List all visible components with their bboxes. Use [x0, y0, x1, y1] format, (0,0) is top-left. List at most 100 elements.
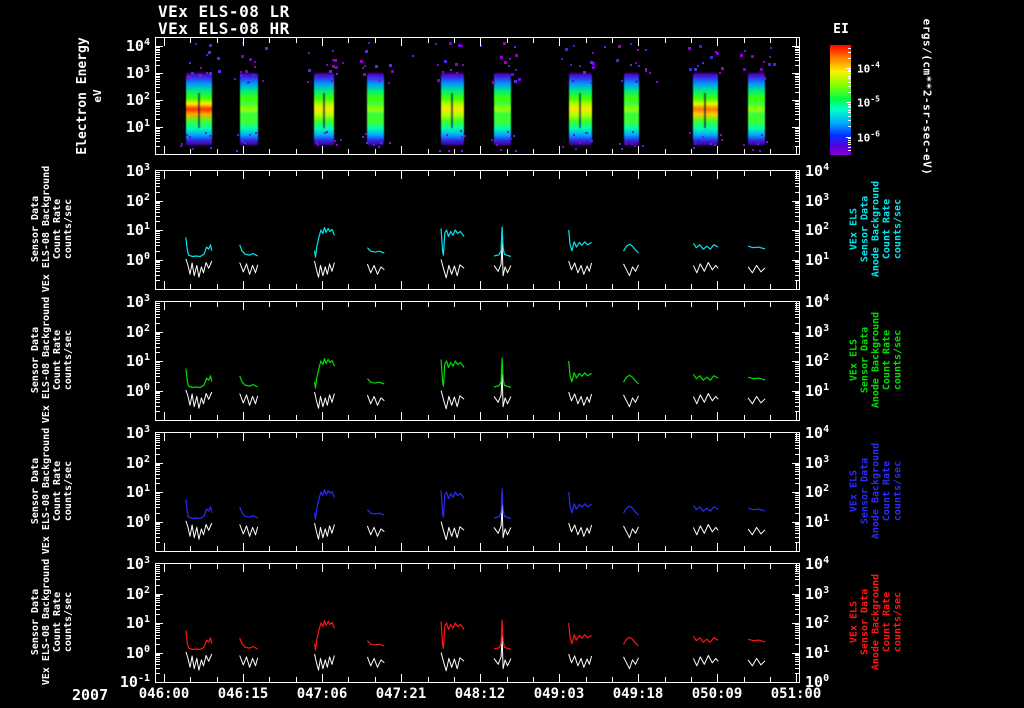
colorbar-minor-tick — [848, 82, 851, 83]
line-panel-right-ytick-label: 104 — [805, 424, 830, 442]
line-panel-right-ytick-label: 101 — [805, 643, 830, 662]
line-panel-left-ytick-label: 102 — [125, 584, 150, 603]
line-panel-left-ytick-label: 103 — [125, 162, 150, 180]
label-line: Anode Background — [870, 180, 882, 278]
colorbar-minor-tick — [848, 107, 851, 108]
line-panel-left-ytick-label: 103 — [125, 424, 150, 442]
label-line: Count Rate — [881, 591, 893, 653]
colorbar-minor-tick — [848, 76, 851, 77]
label-line: Sensor Data — [30, 326, 41, 394]
line-panel-left-ytick-label: 100 — [125, 250, 150, 269]
colorbar-title: EI — [833, 22, 849, 37]
label-line: counts/sec — [892, 198, 904, 260]
label-line: Sensor Data — [30, 588, 41, 656]
label-line: Count Rate — [881, 329, 893, 391]
colorbar-tick-label: 10-4 — [857, 60, 880, 76]
colorbar-minor-tick — [848, 71, 851, 72]
spectrogram-panel — [155, 37, 800, 155]
line-panel-left-ytick-label: 101 — [125, 221, 150, 239]
label-line: Count Rate — [52, 460, 63, 522]
spectrogram-ticks-layer — [156, 38, 799, 154]
line-panel-right-ytick-label: 102 — [805, 352, 830, 370]
anode-panel-cyan-traces-layer — [156, 171, 799, 289]
colorbar-minor-tick — [848, 73, 851, 74]
label-line: Anode Background — [870, 442, 882, 540]
x-axis-tick-label: 049:03 — [533, 686, 585, 702]
spectrogram-ytick-label: 103 — [125, 64, 150, 83]
x-axis-tick-label: 051:00 — [770, 686, 822, 702]
colorbar-minor-tick — [848, 150, 851, 151]
spectrogram-y-axis-label: Electron Energy eV — [75, 37, 105, 154]
label-line: Count Rate — [52, 198, 63, 260]
colorbar-minor-tick — [848, 126, 851, 127]
label-line: VEx ELS-08 Background — [41, 296, 52, 424]
line-panel-left-ytick-label: 102 — [125, 322, 150, 341]
line-panel-right-ytick-label: 101 — [805, 512, 830, 531]
label-line: VEx ELS-08 Background — [41, 558, 52, 686]
right-axis-label-panel-3: VEx ELS Sensor Data Anode Background Count … — [849, 443, 904, 539]
left-axis-label-panel-1: Sensor Data VEx ELS-08 Background Count Ra… — [30, 166, 74, 292]
spectrogram-ytick-label: 102 — [125, 91, 150, 110]
label-line: counts/sec — [63, 329, 74, 391]
label-line: VEx ELS-08 Background — [41, 427, 52, 555]
colorbar-minor-tick — [848, 70, 851, 71]
spectrogram-y-axis-units: eV — [91, 89, 104, 103]
left-axis-label-panel-3: Sensor Data VEx ELS-08 Background Count Ra… — [30, 428, 74, 554]
line-panel-left-ytick-label: 100 — [125, 512, 150, 531]
colorbar-minor-tick — [848, 147, 851, 148]
line-panel-right-ytick-label: 104 — [805, 555, 830, 573]
colorbar-minor-tick — [848, 78, 851, 79]
line-panel-right-ytick-label: 102 — [805, 483, 830, 501]
label-line: Sensor Data — [30, 457, 41, 525]
colorbar-minor-tick — [848, 86, 851, 87]
anode-panel-red-traces-layer — [156, 564, 799, 682]
spectrogram-ytick-label: 101 — [125, 118, 150, 137]
label-line: Count Rate — [52, 329, 63, 391]
line-panel-right-ytick-label: 104 — [805, 293, 830, 311]
line-panel-right-ytick-label: 103 — [805, 453, 830, 472]
anode-panel-red-panel — [155, 563, 800, 683]
line-panel-right-ytick-label: 101 — [805, 381, 830, 400]
right-axis-label-panel-2: VEx ELS Sensor Data Anode Background Count … — [849, 312, 904, 408]
right-axis-label-panel-1: VEx ELS Sensor Data Anode Background Count … — [849, 181, 904, 277]
colorbar-minor-tick — [848, 144, 851, 145]
label-line: Anode Background — [870, 573, 882, 671]
colorbar-minor-tick — [848, 110, 851, 111]
anode-panel-green-traces-layer — [156, 302, 799, 420]
line-panel-left-ytick-label: 102 — [125, 191, 150, 210]
left-axis-label-panel-2: Sensor Data VEx ELS-08 Background Count Ra… — [30, 297, 74, 423]
line-panel-right-ytick-label: 102 — [805, 614, 830, 632]
vex-els-plot-screenshot: VEx ELS-08 LR VEx ELS-08 HR Electron Ene… — [0, 0, 1024, 708]
line-panel-right-ytick-label: 103 — [805, 322, 830, 341]
colorbar-minor-tick — [848, 52, 851, 53]
colorbar-minor-tick — [848, 120, 851, 121]
line-panel-left-ytick-label: 101 — [125, 614, 150, 632]
colorbar-minor-tick — [848, 112, 851, 113]
label-line: counts/sec — [892, 460, 904, 522]
colorbar-tick-label: 10-5 — [857, 94, 880, 110]
x-axis-year-label: 2007 — [72, 686, 109, 704]
line-panel-right-ytick-label: 103 — [805, 584, 830, 603]
x-axis-tick-label: 046:15 — [217, 686, 269, 702]
line-panel-left-ytick-label: 101 — [125, 483, 150, 501]
colorbar-minor-tick — [848, 48, 851, 49]
line-panel-left-ytick-label: 102 — [125, 453, 150, 472]
colorbar-units-label: ergs/(cm**2-sr-sec-eV) — [920, 18, 934, 176]
label-line: counts/sec — [892, 329, 904, 391]
colorbar-minor-tick — [848, 140, 851, 141]
colorbar-major-tick — [846, 68, 851, 69]
line-panel-right-ytick-label: 101 — [805, 250, 830, 269]
label-line: Sensor Data — [859, 457, 871, 525]
x-axis-tick-label: 050:09 — [691, 686, 743, 702]
left-axis-label-panel-4: Sensor Data VEx ELS-08 Background Count Ra… — [30, 559, 74, 685]
line-panel-left-ytick-label: 100 — [125, 643, 150, 662]
label-line: Sensor Data — [859, 588, 871, 656]
x-axis-tick-label: 047:06 — [296, 686, 348, 702]
spectrogram-ytick-label: 104 — [125, 37, 150, 56]
x-axis-tick-label: 049:18 — [612, 686, 664, 702]
label-line: Count Rate — [881, 198, 893, 260]
line-panel-right-ytick-label: 104 — [805, 162, 830, 180]
label-line: Sensor Data — [859, 326, 871, 394]
label-line: Count Rate — [881, 460, 893, 522]
label-line: counts/sec — [63, 591, 74, 653]
